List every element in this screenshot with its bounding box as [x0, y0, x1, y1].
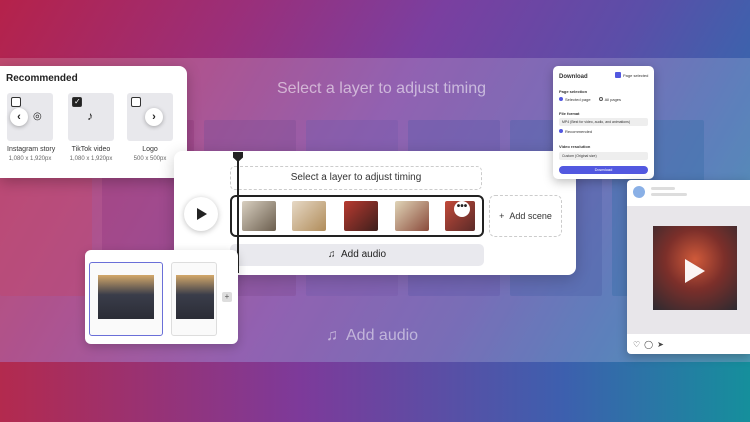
background-add-audio: ♫ Add audio [326, 327, 418, 345]
page-image [176, 275, 214, 319]
recommended-item-name: TikTok video [71, 146, 111, 153]
social-post-preview: ♡ ◯ ➤ [627, 180, 750, 354]
background-add-audio-label: Add audio [346, 327, 419, 344]
recommended-item-size: 500 x 500px [133, 156, 167, 162]
page-selected-badge: Page selected [615, 72, 648, 78]
add-audio-button[interactable]: ♫ Add audio [230, 244, 484, 266]
recommended-check: Recommended [559, 129, 592, 134]
chevron-right-icon[interactable]: › [145, 108, 163, 126]
recommended-item-size: 1,080 x 1,920px [69, 156, 113, 162]
recommended-item-size: 1,080 x 1,920px [8, 156, 52, 162]
scene-thumbnail[interactable] [292, 201, 326, 231]
recommended-title: Recommended [6, 73, 78, 84]
checkbox-checked[interactable] [72, 97, 82, 107]
play-button[interactable] [184, 197, 218, 231]
scene-thumbnail[interactable] [344, 201, 378, 231]
timing-hint[interactable]: Select a layer to adjust timing [230, 166, 482, 190]
music-note-icon: ♫ [327, 249, 336, 260]
radio-all-pages[interactable]: All pages [598, 97, 622, 102]
checkbox[interactable] [131, 97, 141, 107]
recommended-item-name: Instagram story [7, 146, 56, 153]
page-thumbnail-selected[interactable] [89, 262, 163, 336]
video-resolution-label: Video resolution [559, 144, 591, 149]
comment-icon[interactable]: ◯ [644, 340, 653, 349]
page-selection-options: Selected page All pages [559, 97, 621, 102]
plus-icon: + [499, 211, 505, 221]
download-button[interactable]: Download [559, 166, 648, 174]
add-page-icon[interactable]: + [222, 292, 232, 302]
page-thumbnail[interactable] [171, 262, 217, 336]
page-selected-label: Page selected [623, 72, 649, 78]
download-panel: Download Page selected Page selection Se… [553, 66, 654, 179]
check-icon [559, 129, 563, 133]
tiktok-icon: ♪ [87, 109, 93, 123]
page-icon [615, 72, 621, 78]
background-bottom [0, 362, 750, 422]
share-icon[interactable]: ➤ [657, 340, 664, 349]
heart-icon[interactable]: ♡ [633, 340, 640, 349]
post-subtitle-placeholder [651, 193, 687, 196]
radio-on [559, 97, 563, 101]
avatar [633, 186, 645, 198]
recommended-item-name: Logo [142, 146, 158, 153]
scene-thumbnail[interactable] [395, 201, 429, 231]
recommended-panel: Recommended ◎ Instagram story 1,080 x 1,… [0, 66, 187, 178]
recommended-item-logo[interactable]: Logo 500 x 500px [127, 93, 173, 162]
post-media[interactable] [627, 206, 750, 334]
video-resolution-select[interactable]: Custom (Original size) [559, 152, 648, 160]
radio-off [598, 97, 603, 101]
more-options-icon[interactable]: ••• [454, 201, 470, 217]
recommended-item-instagram-story[interactable]: ◎ Instagram story 1,080 x 1,920px [7, 93, 56, 162]
scene-thumbnail[interactable] [242, 201, 276, 231]
instagram-icon: ◎ [33, 111, 42, 122]
music-note-icon: ♫ [326, 327, 338, 344]
post-username-placeholder [651, 187, 675, 190]
recommended-thumb: ♪ [68, 93, 114, 141]
checkbox[interactable] [11, 97, 21, 107]
radio-selected-page[interactable]: Selected page [559, 97, 591, 102]
pages-panel [85, 250, 238, 344]
radio-all-pages-label: All pages [604, 97, 622, 102]
file-format-label: File format [559, 111, 580, 116]
recommended-note: Recommended [559, 129, 592, 134]
add-audio-label: Add audio [341, 249, 387, 260]
add-scene-button[interactable]: + Add scene [489, 195, 562, 237]
page-selection-label: Page selection [559, 89, 588, 94]
scene-strip[interactable]: ••• [230, 195, 484, 237]
recommended-item-tiktok-video[interactable]: ♪ TikTok video 1,080 x 1,920px [68, 93, 114, 162]
play-icon[interactable] [685, 259, 705, 283]
chevron-left-icon[interactable]: ‹ [10, 108, 28, 126]
post-actions: ♡ ◯ ➤ [633, 340, 664, 349]
radio-selected-page-label: Selected page [565, 97, 591, 102]
background-title: Select a layer to adjust timing [277, 80, 486, 97]
recommended-note-label: Recommended [565, 129, 593, 134]
page-image [98, 275, 154, 319]
add-scene-label: Add scene [509, 211, 552, 221]
download-title: Download [559, 74, 588, 80]
file-format-select[interactable]: MP4 (Best for video, audio, and animatio… [559, 118, 648, 126]
